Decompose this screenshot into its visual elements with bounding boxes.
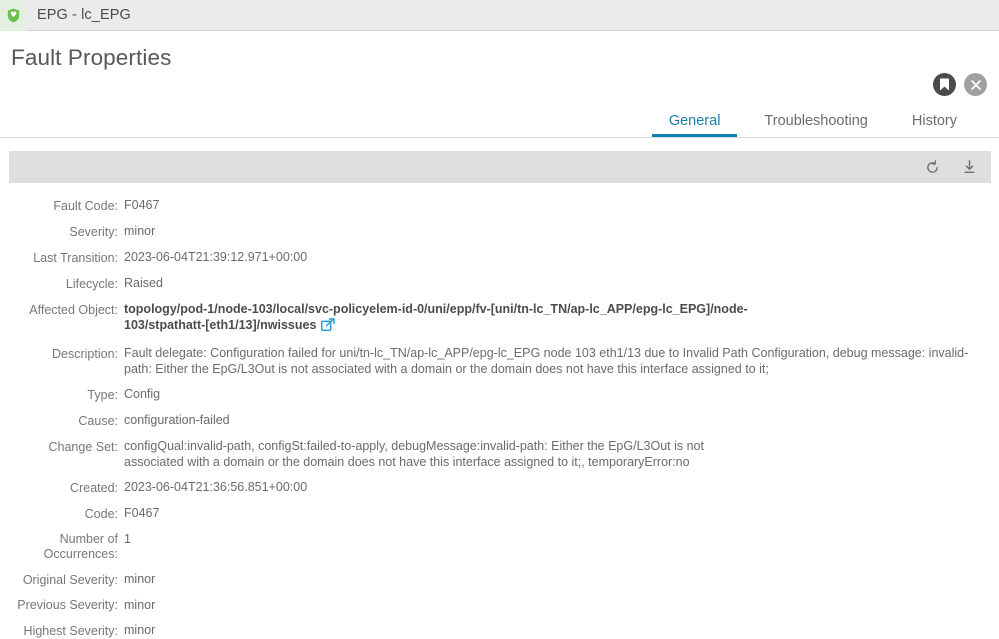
- property-row-created: Created: 2023-06-04T21:36:56.851+00:00: [12, 479, 987, 496]
- window-title-bar: EPG - lc_EPG: [0, 0, 999, 31]
- bookmark-button[interactable]: [933, 73, 956, 96]
- property-label: Affected Object:: [29, 303, 118, 317]
- property-label: Severity:: [69, 225, 118, 239]
- property-value: minor: [124, 572, 156, 586]
- property-label: Highest Severity:: [23, 624, 118, 638]
- property-value: Fault delegate: Configuration failed for…: [124, 346, 969, 376]
- property-label: Previous Severity:: [17, 598, 118, 612]
- header-actions: [933, 73, 987, 96]
- property-value: minor: [124, 598, 156, 612]
- tab-general[interactable]: General: [647, 113, 743, 137]
- shield-icon: [0, 0, 27, 31]
- property-value-affected-object: topology/pod-1/node-103/local/svc-policy…: [124, 301, 749, 336]
- property-row-description: Description: Fault delegate: Configurati…: [12, 345, 987, 377]
- property-value: minor: [124, 623, 156, 637]
- property-value: F0467: [124, 198, 160, 212]
- property-row-affected-object: Affected Object: topology/pod-1/node-103…: [12, 301, 987, 336]
- refresh-icon[interactable]: [923, 158, 942, 177]
- property-row-last-transition: Last Transition: 2023-06-04T21:39:12.971…: [12, 249, 987, 266]
- property-row-original-severity: Original Severity: minor: [12, 571, 987, 588]
- property-row-cause: Cause: configuration-failed: [12, 412, 987, 429]
- property-row-severity: Severity: minor: [12, 223, 987, 240]
- property-label: Last Transition:: [33, 251, 118, 265]
- property-value: Config: [124, 387, 161, 401]
- property-label: Fault Code:: [53, 199, 118, 213]
- property-label: Change Set:: [48, 440, 119, 454]
- property-value: 2023-06-04T21:39:12.971+00:00: [124, 250, 308, 264]
- fault-properties-list: Fault Code: F0467 Severity: minor Last T…: [0, 183, 999, 639]
- content-toolbar: [9, 151, 991, 183]
- property-value: configuration-failed: [124, 413, 230, 427]
- window-title: EPG - lc_EPG: [37, 7, 131, 23]
- property-row-type: Type: Config: [12, 386, 987, 403]
- property-value: 1: [124, 532, 131, 546]
- property-label: Code:: [84, 507, 118, 521]
- property-row-code: Code: F0467: [12, 505, 987, 522]
- download-icon[interactable]: [960, 158, 979, 177]
- property-row-highest-severity: Highest Severity: minor: [12, 622, 987, 639]
- property-value: configQual:invalid-path, configSt:failed…: [124, 439, 704, 469]
- property-value: 2023-06-04T21:36:56.851+00:00: [124, 480, 308, 494]
- tab-bar: General Troubleshooting History: [0, 106, 999, 138]
- property-label: Type:: [87, 388, 118, 402]
- property-row-lifecycle: Lifecycle: Raised: [12, 275, 987, 292]
- property-value: F0467: [124, 506, 160, 520]
- property-row-number-of-occurrences: Number of Occurrences: 1: [12, 531, 987, 562]
- affected-object-text: topology/pod-1/node-103/local/svc-policy…: [124, 302, 748, 332]
- close-icon: [970, 79, 981, 90]
- property-value: Raised: [124, 276, 163, 290]
- property-value: minor: [124, 224, 156, 238]
- property-label: Description:: [52, 347, 118, 361]
- dialog-header: Fault Properties: [0, 31, 999, 106]
- property-label: Lifecycle:: [65, 277, 118, 291]
- external-link-icon[interactable]: [321, 318, 336, 336]
- property-row-previous-severity: Previous Severity: minor: [12, 597, 987, 613]
- page-title: Fault Properties: [11, 45, 172, 70]
- property-label: Original Severity:: [22, 573, 118, 587]
- property-label: Number of Occurrences:: [43, 532, 118, 561]
- tab-troubleshooting[interactable]: Troubleshooting: [742, 113, 889, 137]
- bookmark-icon: [940, 78, 949, 91]
- property-row-fault-code: Fault Code: F0467: [12, 197, 987, 214]
- tab-history[interactable]: History: [890, 113, 979, 137]
- property-label: Cause:: [78, 414, 118, 428]
- property-row-change-set: Change Set: configQual:invalid-path, con…: [12, 438, 987, 470]
- property-label: Created:: [70, 481, 118, 495]
- close-button[interactable]: [964, 73, 987, 96]
